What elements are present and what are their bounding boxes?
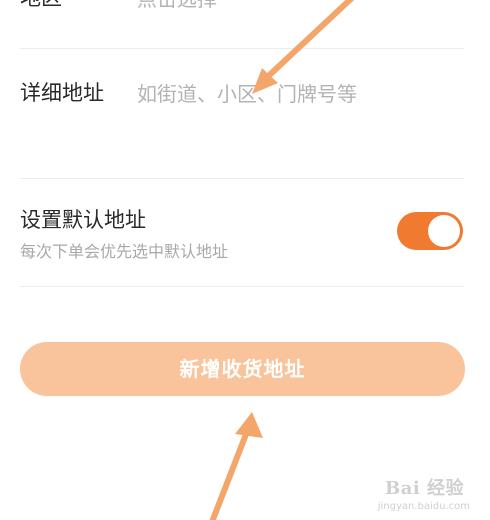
watermark-logo: Bai 经验 [385,478,464,499]
watermark-url: jingyan.baidu.com [377,501,470,512]
annotation-arrow-top-line [259,0,355,85]
annotation-arrow-bottom-head [235,412,263,438]
annotation-arrow-bottom-line [209,421,253,520]
annotation-arrows [209,0,355,520]
